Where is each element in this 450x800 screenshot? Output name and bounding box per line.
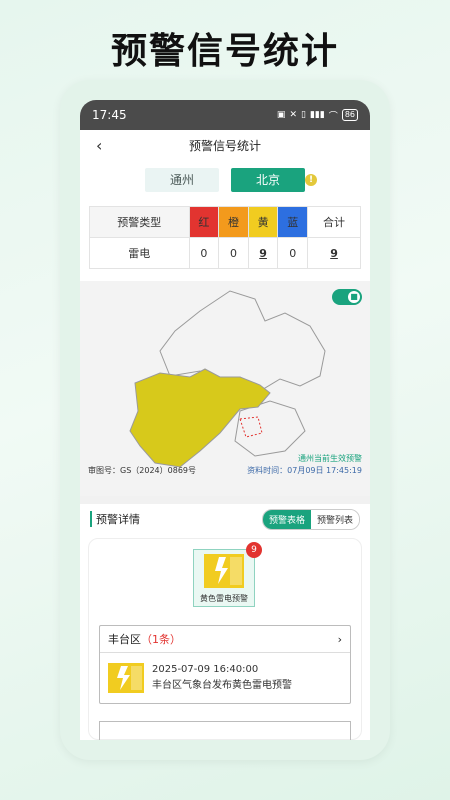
chevron-right-icon[interactable]: › (338, 633, 342, 646)
wifi-icon: ⌒ (328, 111, 338, 122)
warning-tile[interactable]: 9 黄色雷电预警 (193, 542, 262, 607)
detail-title: 预警详情 (90, 511, 140, 527)
warning-time: 2025-07-09 16:40:00 (152, 664, 259, 675)
lock-toggle[interactable]: ■ (332, 289, 362, 305)
header-blue: 蓝 (277, 206, 309, 238)
view-list-button[interactable]: 预警列表 (310, 509, 359, 529)
district-label: 丰台区（1条） (108, 631, 181, 647)
nav-bar: ‹ 预警信号统计 (80, 130, 370, 160)
warning-meta: 2025-07-09 16:40:00 丰台区气象台发布黄色雷电预警 (152, 662, 292, 694)
cell-blue: 0 (277, 237, 309, 269)
page-title: 预警信号统计 (188, 138, 261, 153)
header-type: 预警类型 (89, 206, 190, 238)
region-tabs: 通州 北京 ! (80, 160, 370, 200)
yellow-lightning-warning-icon (204, 554, 244, 588)
cell-orange: 0 (218, 237, 249, 269)
view-table-button[interactable]: 预警表格 (262, 509, 311, 529)
vibrate-icon: ▯ (300, 110, 306, 120)
list-item[interactable]: 2025-07-09 16:40:00 丰台区气象台发布黄色雷电预警 (100, 653, 350, 703)
mute-icon: ✕ (289, 110, 297, 120)
battery-icon: 86 (341, 109, 358, 121)
map-outline-south (234, 400, 306, 457)
map-caption: 通州当前生效预警 资料时间：07月09日 17:45:19 (247, 453, 362, 477)
info-icon[interactable]: ! (305, 174, 317, 186)
cell-type: 雷电 (89, 237, 190, 269)
map-approval-number: 审图号：GS（2024）0869号 (88, 466, 196, 475)
table-header-row: 预警类型 红 橙 黄 蓝 合计 (89, 206, 361, 238)
tab-beijing[interactable]: 北京 (231, 168, 305, 192)
section-divider (80, 496, 370, 504)
district-count: （1条） (141, 633, 181, 646)
view-switch: 预警表格 预警列表 (261, 508, 360, 530)
map-caption-title: 通州当前生效预警 (298, 454, 362, 463)
header-yellow: 黄 (247, 206, 279, 238)
district-name: 丰台区 (108, 633, 141, 646)
cell-yellow[interactable]: 9 (247, 237, 279, 269)
detail-header: 预警详情 预警表格 预警列表 (80, 504, 370, 534)
cell-total[interactable]: 9 (307, 237, 361, 269)
app-screen: 17:45 ▣ ✕ ▯ ▮▮▮ ⌒ 86 ‹ 预警信号统计 通州 北京 ! 预警… (80, 100, 370, 740)
district-row[interactable]: 丰台区（1条） › (100, 626, 350, 653)
district-block[interactable]: 丰台区（1条） › 2025-07-09 16:40:00 丰台区气象台发布黄色… (99, 625, 351, 704)
warning-tile-label: 黄色雷电预警 (200, 594, 248, 603)
cell-red: 0 (188, 237, 220, 269)
header-red: 红 (188, 206, 220, 238)
signal-icon: ▮▮▮ (309, 110, 325, 120)
status-time: 17:45 (92, 108, 127, 122)
header-orange: 橙 (218, 206, 249, 238)
district-block-partial (99, 721, 351, 740)
back-arrow-icon[interactable]: ‹ (96, 136, 102, 155)
warning-stats-table: 预警类型 红 橙 黄 蓝 合计 雷电 0 0 9 0 9 (89, 206, 361, 269)
nfc-icon: ▣ (276, 110, 286, 120)
map-caption-time: 资料时间：07月09日 17:45:19 (247, 466, 362, 475)
promo-title: 预警信号统计 (110, 31, 339, 72)
table-row: 雷电 0 0 9 0 9 (89, 237, 361, 269)
tab-tongzhou[interactable]: 通州 (145, 168, 219, 192)
warning-text: 丰台区气象台发布黄色雷电预警 (152, 680, 292, 691)
header-total: 合计 (307, 206, 361, 238)
yellow-lightning-warning-icon (108, 663, 144, 693)
warning-count-badge: 9 (246, 542, 262, 558)
detail-card: 9 黄色雷电预警 丰台区（1条） › 2025-07-09 16:40:00 丰… (88, 538, 362, 740)
status-bar: 17:45 ▣ ✕ ▯ ▮▮▮ ⌒ 86 (80, 100, 370, 130)
lock-icon: ■ (348, 291, 360, 303)
status-icons: ▣ ✕ ▯ ▮▮▮ ⌒ 86 (277, 109, 358, 122)
warning-map[interactable]: ■ 通州当前生效预警 资料时间：07月09日 17:45:19 审图号：GS（2… (80, 281, 370, 496)
